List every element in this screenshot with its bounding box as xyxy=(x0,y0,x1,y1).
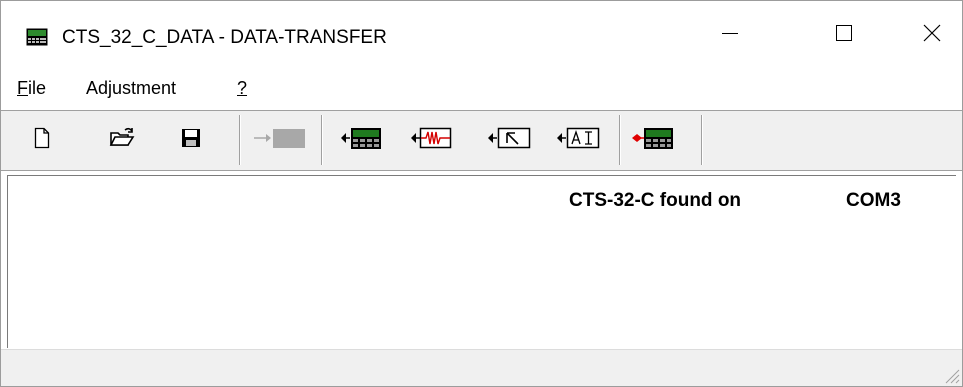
minimize-button[interactable] xyxy=(702,1,758,65)
read-device-data-icon xyxy=(341,128,381,149)
minimize-icon xyxy=(722,33,738,34)
com-port-label: COM3 xyxy=(846,190,901,211)
open-folder-icon xyxy=(109,127,135,146)
menu-file-label: ile xyxy=(28,78,47,98)
device-connect-icon xyxy=(632,128,673,149)
menu-adjustment[interactable]: Adjustment xyxy=(86,78,176,99)
toolbar-separator xyxy=(321,115,323,165)
maximize-icon xyxy=(836,25,852,41)
new-file-button[interactable] xyxy=(27,124,57,152)
new-document-icon xyxy=(34,127,50,149)
open-file-button[interactable] xyxy=(107,124,137,152)
toolbar xyxy=(1,110,962,171)
device-found-label: CTS-32-C found on xyxy=(569,190,742,211)
send-to-device-button[interactable] xyxy=(251,124,311,152)
toolbar-separator xyxy=(701,115,703,165)
maximize-button[interactable] xyxy=(816,1,872,65)
content-area: CTS-32-C found on COM3 xyxy=(7,175,956,348)
app-window: CTS_32_C_DATA - DATA-TRANSFER File Adjus… xyxy=(0,0,963,387)
menu-file-accelerator: F xyxy=(17,78,28,98)
resize-grip-icon[interactable] xyxy=(942,366,960,384)
toolbar-separator xyxy=(619,115,621,165)
read-cursor-icon xyxy=(488,127,531,149)
read-waveform-icon xyxy=(411,127,452,149)
close-icon xyxy=(923,24,941,42)
menu-help[interactable]: ? xyxy=(237,78,247,99)
read-ai-icon xyxy=(557,127,600,149)
title-bar[interactable]: CTS_32_C_DATA - DATA-TRANSFER xyxy=(1,1,962,65)
menu-bar: File Adjustment ? xyxy=(1,71,962,99)
status-bar xyxy=(1,349,962,386)
save-file-button[interactable] xyxy=(176,124,206,152)
read-waveform-button[interactable] xyxy=(409,124,453,152)
read-cursor-button[interactable] xyxy=(485,124,533,152)
send-to-device-icon xyxy=(254,129,305,148)
read-device-data-button[interactable] xyxy=(339,124,383,152)
save-disk-icon xyxy=(182,129,200,147)
read-ai-button[interactable] xyxy=(555,124,601,152)
window-title: CTS_32_C_DATA - DATA-TRANSFER xyxy=(62,27,387,48)
menu-file[interactable]: File xyxy=(17,78,46,99)
device-connect-button[interactable] xyxy=(631,124,675,152)
toolbar-separator xyxy=(239,115,241,165)
close-button[interactable] xyxy=(904,1,960,65)
device-terminal-icon xyxy=(26,28,48,46)
